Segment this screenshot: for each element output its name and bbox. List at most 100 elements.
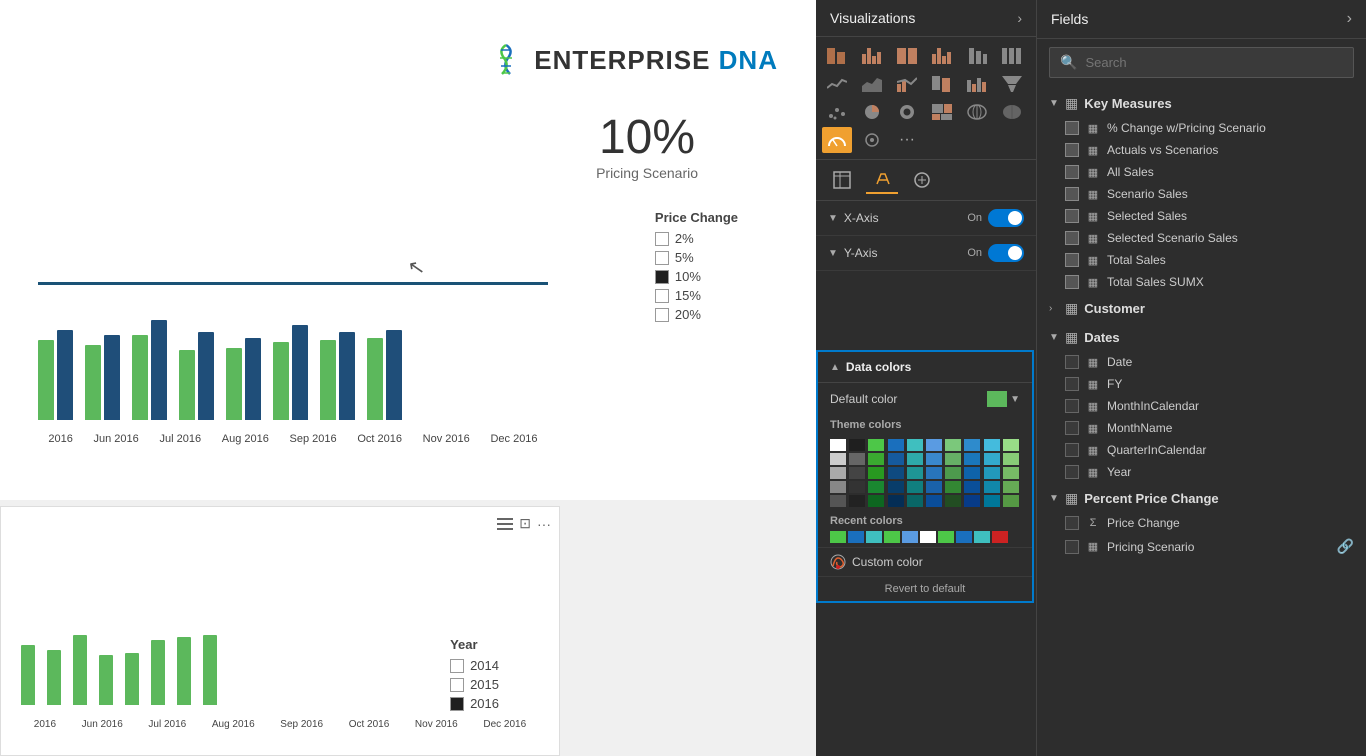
theme-color-cell[interactable] <box>964 439 980 451</box>
theme-color-cell[interactable] <box>926 453 942 465</box>
theme-color-cell[interactable] <box>984 453 1000 465</box>
recent-color-cell[interactable] <box>992 531 1008 543</box>
theme-color-cell[interactable] <box>868 453 884 465</box>
check-pct-change[interactable] <box>1065 121 1079 135</box>
recent-color-cell[interactable] <box>938 531 954 543</box>
legend-item-5pct[interactable]: 5% <box>655 250 738 265</box>
theme-color-cell[interactable] <box>1003 453 1019 465</box>
recent-color-cell[interactable] <box>830 531 846 543</box>
field-item-total-sales-sumx[interactable]: ▦ Total Sales SUMX <box>1045 271 1366 293</box>
field-item-month-in-cal[interactable]: ▦ MonthInCalendar <box>1045 395 1366 417</box>
color-dropdown-arrow[interactable]: ▼ <box>1010 394 1020 405</box>
check-month-name[interactable] <box>1065 421 1079 435</box>
theme-color-cell[interactable] <box>984 439 1000 451</box>
theme-color-cell[interactable] <box>1003 439 1019 451</box>
field-item-pricing-scenario[interactable]: ▦ Pricing Scenario 🔗 <box>1045 534 1366 559</box>
theme-color-cell[interactable] <box>1003 467 1019 479</box>
viz-icon-map[interactable] <box>962 99 992 125</box>
field-item-month-name[interactable]: ▦ MonthName <box>1045 417 1366 439</box>
theme-color-cell[interactable] <box>964 453 980 465</box>
check-year[interactable] <box>1065 465 1079 479</box>
recent-color-cell[interactable] <box>884 531 900 543</box>
theme-color-cell[interactable] <box>888 481 904 493</box>
viz-icon-donut[interactable] <box>892 99 922 125</box>
check-selected-scenario-sales[interactable] <box>1065 231 1079 245</box>
field-item-quarter-in-cal[interactable]: ▦ QuarterInCalendar <box>1045 439 1366 461</box>
tab-analytics[interactable] <box>906 166 938 194</box>
viz-icon-100pct-column[interactable] <box>997 43 1027 69</box>
theme-color-cell[interactable] <box>926 495 942 507</box>
viz-icon-clustered-bar[interactable] <box>857 43 887 69</box>
viz-icon-stacked-column[interactable] <box>962 43 992 69</box>
theme-color-cell[interactable] <box>868 481 884 493</box>
field-item-date[interactable]: ▦ Date <box>1045 351 1366 373</box>
theme-color-cell[interactable] <box>907 453 923 465</box>
checkbox-5pct[interactable] <box>655 251 669 265</box>
theme-color-cell[interactable] <box>964 481 980 493</box>
theme-color-cell[interactable] <box>1003 495 1019 507</box>
field-item-total-sales[interactable]: ▦ Total Sales <box>1045 249 1366 271</box>
theme-color-cell[interactable] <box>907 467 923 479</box>
theme-color-cell[interactable] <box>849 439 865 451</box>
viz-icon-waterfall[interactable] <box>962 71 992 97</box>
viz-icon-area[interactable] <box>857 71 887 97</box>
theme-color-cell[interactable] <box>868 467 884 479</box>
field-group-header-pct-price-change[interactable]: ▼ ▦ Percent Price Change <box>1037 485 1366 512</box>
recent-color-cell[interactable] <box>974 531 990 543</box>
recent-color-cell[interactable] <box>902 531 918 543</box>
theme-color-cell[interactable] <box>945 453 961 465</box>
checkbox-10pct[interactable] <box>655 270 669 284</box>
viz-icon-line[interactable] <box>822 71 852 97</box>
theme-color-cell[interactable] <box>945 439 961 451</box>
y-axis-toggle[interactable] <box>988 244 1024 262</box>
viz-icon-pie[interactable] <box>857 99 887 125</box>
check-month-in-cal[interactable] <box>1065 399 1079 413</box>
checkbox-2pct[interactable] <box>655 232 669 246</box>
theme-color-cell[interactable] <box>830 439 846 451</box>
field-group-header-key-measures[interactable]: ▼ ▦ Key Measures <box>1037 90 1366 117</box>
field-item-selected-sales[interactable]: ▦ Selected Sales <box>1045 205 1366 227</box>
theme-color-cell[interactable] <box>868 495 884 507</box>
check-selected-sales[interactable] <box>1065 209 1079 223</box>
check-total-sales[interactable] <box>1065 253 1079 267</box>
tab-format[interactable] <box>866 166 898 194</box>
viz-icon-treemap[interactable] <box>927 99 957 125</box>
theme-color-cell[interactable] <box>888 495 904 507</box>
more-options-icon[interactable]: ··· <box>537 516 551 532</box>
check-actuals-vs[interactable] <box>1065 143 1079 157</box>
check-quarter-in-cal[interactable] <box>1065 443 1079 457</box>
viz-icon-stacked-bar[interactable] <box>822 43 852 69</box>
viz-icon-scatter[interactable] <box>822 99 852 125</box>
hamburger-icon[interactable] <box>497 518 513 530</box>
field-item-scenario-sales[interactable]: ▦ Scenario Sales <box>1045 183 1366 205</box>
theme-color-cell[interactable] <box>945 467 961 479</box>
field-group-header-dates[interactable]: ▼ ▦ Dates <box>1037 324 1366 351</box>
theme-color-cell[interactable] <box>849 467 865 479</box>
x-axis-arrow[interactable]: ▼ <box>828 213 838 224</box>
field-item-fy[interactable]: ▦ FY <box>1045 373 1366 395</box>
recent-color-cell[interactable] <box>920 531 936 543</box>
theme-color-cell[interactable] <box>907 481 923 493</box>
check-date[interactable] <box>1065 355 1079 369</box>
default-color-swatch[interactable] <box>987 391 1007 407</box>
field-item-pct-change[interactable]: ▦ % Change w/Pricing Scenario <box>1045 117 1366 139</box>
theme-color-cell[interactable] <box>945 495 961 507</box>
field-item-all-sales[interactable]: ▦ All Sales <box>1045 161 1366 183</box>
theme-color-cell[interactable] <box>984 467 1000 479</box>
viz-icon-funnel[interactable] <box>997 71 1027 97</box>
viz-icon-100pct-bar[interactable] <box>892 43 922 69</box>
check-total-sales-sumx[interactable] <box>1065 275 1079 289</box>
color-swatch-btn[interactable]: ▼ <box>987 391 1020 407</box>
viz-icon-combo[interactable] <box>892 71 922 97</box>
theme-color-cell[interactable] <box>868 439 884 451</box>
legend-item-2pct[interactable]: 2% <box>655 231 738 246</box>
theme-color-cell[interactable] <box>964 467 980 479</box>
checkbox-20pct[interactable] <box>655 308 669 322</box>
theme-color-cell[interactable] <box>926 439 942 451</box>
legend-item-20pct[interactable]: 20% <box>655 307 738 322</box>
check-price-change[interactable] <box>1065 516 1079 530</box>
viz-icon-more[interactable]: ··· <box>892 127 922 153</box>
legend-item-10pct[interactable]: 10% <box>655 269 738 284</box>
theme-color-cell[interactable] <box>907 439 923 451</box>
revert-row[interactable]: Revert to default <box>818 576 1032 601</box>
